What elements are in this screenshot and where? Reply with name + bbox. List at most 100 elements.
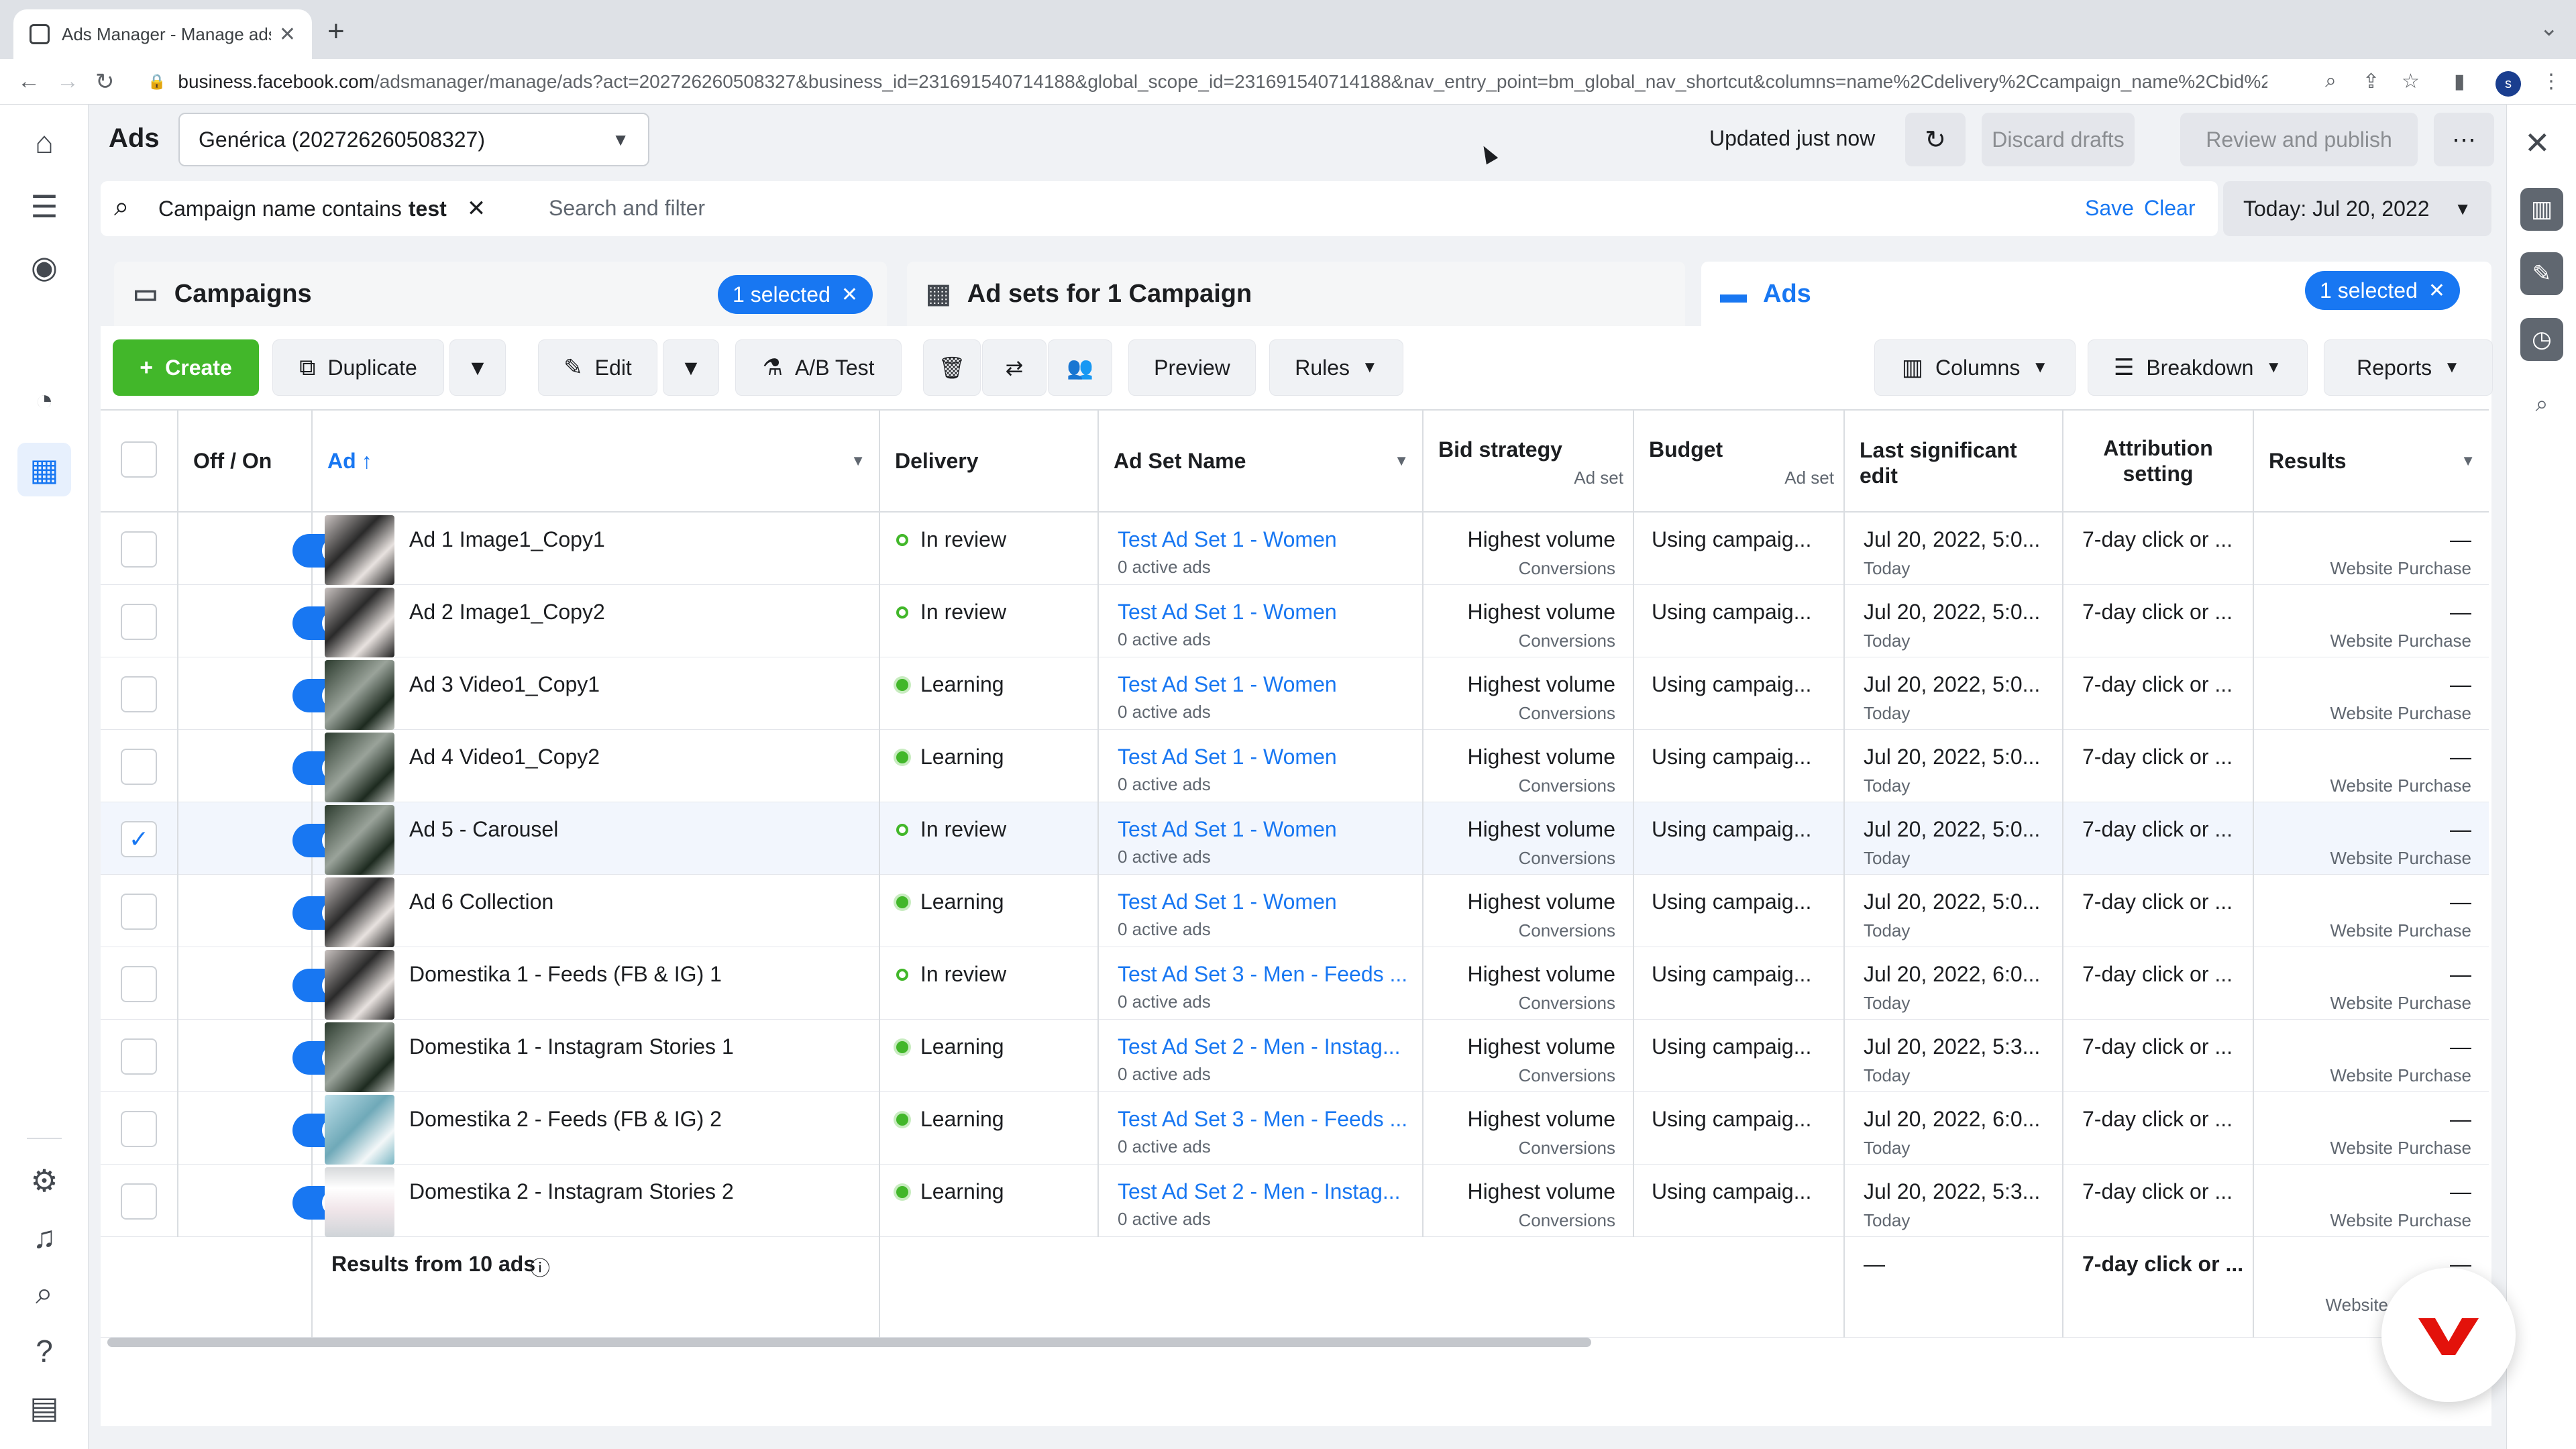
tab-close-icon[interactable]: ✕ bbox=[279, 23, 296, 46]
ad-set-link[interactable]: Test Ad Set 3 - Men - Feeds ... bbox=[1118, 1107, 1407, 1132]
home-icon[interactable]: ⌂ bbox=[23, 121, 66, 164]
menu-icon[interactable]: ☰ bbox=[23, 185, 66, 228]
column-bid-strategy[interactable]: Bid strategy Ad set bbox=[1424, 411, 1634, 511]
ad-name[interactable]: Ad 1 Image1_Copy1 bbox=[409, 527, 605, 552]
forward-icon[interactable]: → bbox=[56, 68, 79, 95]
ad-thumbnail[interactable] bbox=[325, 950, 394, 1020]
date-range-picker[interactable]: Today: Jul 20, 2022 ▼ bbox=[2223, 181, 2491, 236]
search-filter-bar[interactable]: ⌕ Campaign name contains test ✕ Search a… bbox=[101, 181, 2218, 236]
ad-name[interactable]: Domestika 2 - Instagram Stories 2 bbox=[409, 1179, 734, 1204]
ad-set-link[interactable]: Test Ad Set 2 - Men - Instag... bbox=[1118, 1179, 1401, 1204]
table-row[interactable]: Domestika 2 - Instagram Stories 2 Learnin… bbox=[101, 1165, 2489, 1237]
ad-name[interactable]: Ad 6 Collection bbox=[409, 890, 553, 914]
business-account-icon[interactable]: ◉ bbox=[23, 246, 66, 288]
tab-search-chevron-icon[interactable]: ⌄ bbox=[2540, 15, 2559, 42]
profile-avatar[interactable]: s bbox=[2496, 71, 2521, 97]
ads-manager-table-icon[interactable]: ▦ bbox=[17, 443, 71, 496]
ad-set-link[interactable]: Test Ad Set 2 - Men - Instag... bbox=[1118, 1034, 1401, 1059]
row-checkbox[interactable] bbox=[121, 1183, 157, 1220]
account-selector[interactable]: Genérica (202726260508327) ▼ bbox=[178, 113, 649, 166]
ads-selected-pill[interactable]: 1 selected ✕ bbox=[2305, 271, 2461, 310]
breakdown-button[interactable]: ☰ Breakdown ▼ bbox=[2088, 339, 2308, 396]
table-row[interactable]: Ad 2 Image1_Copy2 In review Test Ad Set 1 … bbox=[101, 585, 2489, 657]
new-tab-icon[interactable]: + bbox=[327, 15, 345, 48]
discard-drafts-button[interactable]: Discard drafts bbox=[1982, 113, 2135, 166]
column-menu-chevron-icon[interactable]: ▼ bbox=[1394, 452, 1409, 470]
row-checkbox[interactable] bbox=[121, 966, 157, 1002]
row-checkbox[interactable] bbox=[121, 676, 157, 712]
ad-thumbnail[interactable] bbox=[325, 805, 394, 875]
share-icon[interactable]: ⇪ bbox=[2363, 70, 2379, 93]
ad-thumbnail[interactable] bbox=[325, 1095, 394, 1165]
browser-tab[interactable]: Ads Manager - Manage ads - A ✕ bbox=[13, 9, 312, 59]
search-input[interactable]: Search and filter bbox=[549, 196, 705, 221]
table-row[interactable]: Ad 6 Collection Learning Test Ad Set 1 - W… bbox=[101, 875, 2489, 947]
row-checkbox[interactable] bbox=[121, 604, 157, 640]
clear-filter-link[interactable]: Clear bbox=[2144, 196, 2195, 221]
ad-set-link[interactable]: Test Ad Set 1 - Women bbox=[1118, 890, 1337, 914]
ad-name[interactable]: Domestika 1 - Feeds (FB & IG) 1 bbox=[409, 962, 722, 987]
help-icon[interactable]: ? bbox=[23, 1330, 66, 1373]
back-icon[interactable]: ← bbox=[17, 68, 40, 95]
remove-filter-icon[interactable]: ✕ bbox=[467, 195, 486, 222]
clear-selection-icon[interactable]: ✕ bbox=[841, 283, 858, 307]
column-menu-chevron-icon[interactable]: ▼ bbox=[2461, 452, 2475, 470]
ab-test-button[interactable]: ⚗ A/B Test bbox=[735, 339, 902, 396]
duplicate-menu-button[interactable]: ▼ bbox=[449, 339, 506, 396]
row-checkbox[interactable] bbox=[121, 1111, 157, 1147]
campaigns-selected-pill[interactable]: 1 selected ✕ bbox=[718, 275, 873, 314]
refresh-button[interactable]: ↻ bbox=[1905, 113, 1966, 166]
ad-thumbnail[interactable] bbox=[325, 877, 394, 947]
ad-thumbnail[interactable] bbox=[325, 733, 394, 802]
column-menu-chevron-icon[interactable]: ▼ bbox=[851, 452, 865, 470]
column-ad-set-name[interactable]: Ad Set Name ▼ bbox=[1099, 411, 1424, 511]
ad-thumbnail[interactable] bbox=[325, 660, 394, 730]
preview-button[interactable]: Preview bbox=[1128, 339, 1256, 396]
clear-selection-icon[interactable]: ✕ bbox=[2428, 279, 2445, 303]
column-budget[interactable]: Budget Ad set bbox=[1634, 411, 1845, 511]
column-attribution-setting[interactable]: Attribution setting bbox=[2063, 411, 2254, 511]
duplicate-button[interactable]: ⧉ Duplicate bbox=[272, 339, 444, 396]
ad-thumbnail[interactable] bbox=[325, 1167, 394, 1237]
column-ad[interactable]: Ad ↑ ▼ bbox=[313, 411, 880, 511]
row-checkbox[interactable]: ✓ bbox=[121, 821, 157, 857]
ad-thumbnail[interactable] bbox=[325, 588, 394, 657]
ad-set-link[interactable]: Test Ad Set 1 - Women bbox=[1118, 527, 1337, 552]
row-checkbox[interactable] bbox=[121, 749, 157, 785]
select-all-checkbox[interactable] bbox=[121, 441, 157, 478]
report-sidebar-icon[interactable]: ▤ bbox=[23, 1386, 66, 1429]
sidebar-toggle-icon[interactable]: ▮ bbox=[2454, 70, 2465, 93]
column-results[interactable]: Results ▼ bbox=[2254, 411, 2489, 511]
notifications-bell-icon[interactable]: ♫ bbox=[23, 1216, 66, 1258]
delete-button[interactable]: 🗑 bbox=[923, 339, 981, 396]
ad-name[interactable]: Domestika 1 - Instagram Stories 1 bbox=[409, 1034, 734, 1059]
move-button[interactable]: ⇄ bbox=[982, 339, 1046, 396]
floating-brand-button[interactable] bbox=[2381, 1268, 2516, 1402]
ad-set-link[interactable]: Test Ad Set 1 - Women bbox=[1118, 817, 1337, 842]
save-filter-link[interactable]: Save bbox=[2085, 196, 2134, 221]
column-delivery[interactable]: Delivery bbox=[880, 411, 1099, 511]
table-row[interactable]: Ad 1 Image1_Copy1 In review Test Ad Set 1 … bbox=[101, 513, 2489, 585]
table-row[interactable]: Domestika 1 - Instagram Stories 1 Learnin… bbox=[101, 1020, 2489, 1092]
more-options-button[interactable]: ⋯ bbox=[2434, 113, 2494, 166]
ad-name[interactable]: Ad 3 Video1_Copy1 bbox=[409, 672, 600, 697]
create-button[interactable]: + Create bbox=[113, 339, 259, 396]
ad-thumbnail[interactable] bbox=[325, 515, 394, 585]
history-clock-icon[interactable]: ◷ bbox=[2520, 318, 2563, 361]
column-off-on[interactable]: Off / On bbox=[178, 411, 313, 511]
table-row[interactable]: ✓ Ad 5 - Carousel In review Test Ad Set 1 -… bbox=[101, 802, 2489, 875]
settings-gear-icon[interactable]: ⚙ bbox=[23, 1159, 66, 1202]
ad-set-link[interactable]: Test Ad Set 3 - Men - Feeds ... bbox=[1118, 962, 1407, 987]
zoom-icon[interactable]: ⌕ bbox=[2325, 70, 2337, 93]
ad-name[interactable]: Domestika 2 - Feeds (FB & IG) 2 bbox=[409, 1107, 722, 1132]
ad-name[interactable]: Ad 5 - Carousel bbox=[409, 817, 558, 842]
charts-icon[interactable]: ▥ bbox=[2520, 188, 2563, 231]
columns-button[interactable]: ▥ Columns ▼ bbox=[1874, 339, 2076, 396]
performance-dashboard-icon[interactable]: ◔ bbox=[23, 378, 66, 421]
ad-name[interactable]: Ad 4 Video1_Copy2 bbox=[409, 745, 600, 769]
edit-pencil-icon[interactable]: ✎ bbox=[2520, 252, 2563, 295]
tab-ad-sets[interactable]: ▦ Ad sets for 1 Campaign bbox=[907, 262, 1685, 326]
reload-icon[interactable]: ↻ bbox=[95, 68, 115, 95]
filter-chip[interactable]: Campaign name contains test ✕ bbox=[158, 189, 498, 228]
search-icon[interactable]: ⌕ bbox=[23, 1272, 66, 1315]
